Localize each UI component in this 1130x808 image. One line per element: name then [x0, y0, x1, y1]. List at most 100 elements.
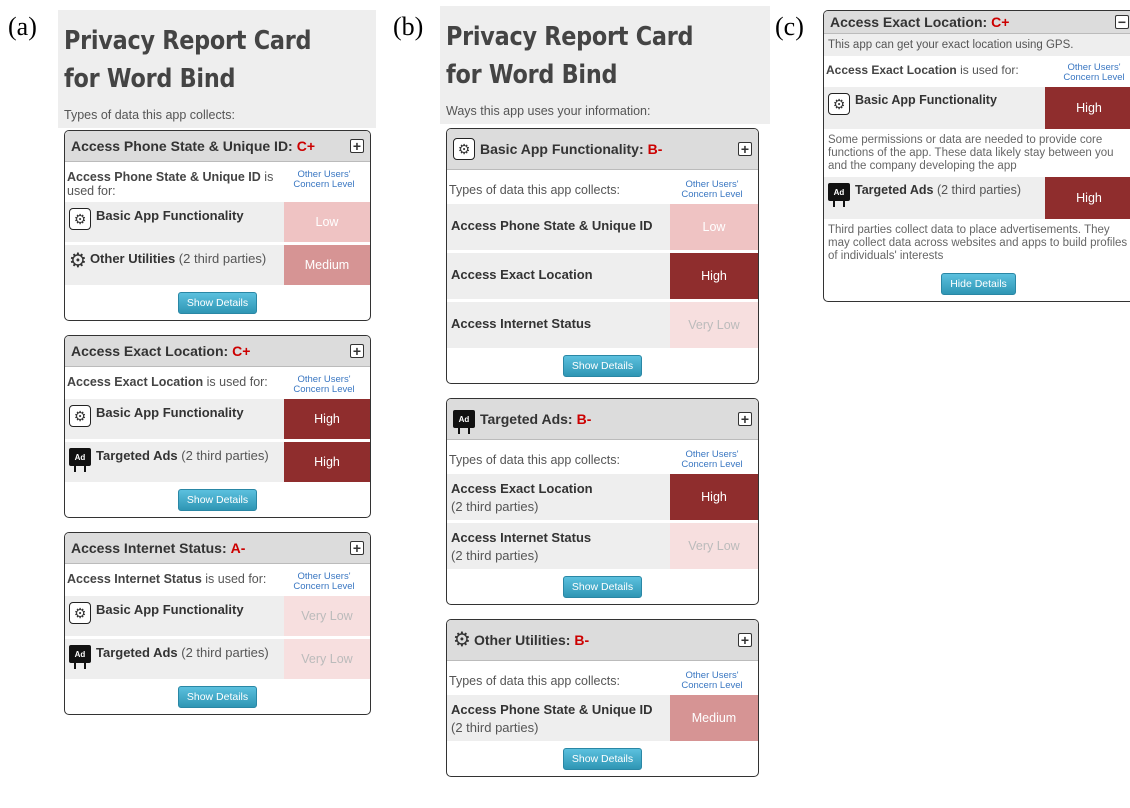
concern-level-link[interactable]: Other Users' Concern Level — [284, 572, 364, 592]
concern-level: Very Low — [284, 596, 370, 636]
gear-icon: ⚙ — [69, 405, 91, 427]
card-header[interactable]: Access Internet Status: A- + — [65, 533, 370, 564]
usage-description: Third parties collect data to place adve… — [828, 224, 1128, 262]
ad-icon: Ad — [453, 410, 475, 434]
concern-level: High — [284, 399, 370, 439]
card-list: Access Phone State & Unique ID: C+ + Acc… — [64, 130, 371, 715]
data-type-row: Access Exact Location (2 third parties) … — [447, 474, 758, 520]
show-details-button[interactable]: Show Details — [562, 576, 643, 598]
expand-icon[interactable]: + — [350, 344, 364, 358]
expand-icon[interactable]: + — [350, 541, 364, 555]
card-grade: C+ — [991, 14, 1010, 30]
concern-level: Medium — [670, 695, 758, 741]
collapse-icon[interactable]: − — [1115, 15, 1129, 29]
expand-icon[interactable]: + — [738, 633, 752, 647]
show-details-button[interactable]: Show Details — [177, 686, 258, 708]
concern-level-link[interactable]: Other Users' Concern Level — [672, 450, 752, 470]
card-title: Access Internet Status: — [71, 540, 227, 556]
data-type-row: Access Internet Status (2 third parties)… — [447, 523, 758, 569]
concern-level: High — [284, 442, 370, 482]
concern-level: High — [670, 474, 758, 520]
report-title: Privacy Report Card for Word Bind — [446, 22, 694, 90]
card-header[interactable]: Ad Targeted Ads: B- + — [447, 399, 758, 440]
card-title: Access Exact Location: — [71, 343, 229, 359]
expand-icon[interactable]: + — [350, 139, 364, 153]
usage-card: ⚙ Basic App Functionality: B- + Types of… — [446, 128, 759, 384]
card-list: ⚙ Basic App Functionality: B- + Types of… — [446, 128, 759, 777]
concern-level: Medium — [284, 245, 370, 285]
usage-item: Ad Targeted Ads (2 third parties) High T… — [824, 177, 1130, 267]
card-title: Other Utilities: — [473, 632, 571, 648]
report-header: Privacy Report Card for Word Bind Ways t… — [440, 6, 770, 124]
report-title: Privacy Report Card for Word Bind — [64, 26, 312, 94]
card-title: Access Exact Location: — [830, 14, 988, 30]
permission-card: Access Internet Status: A- + Access Inte… — [64, 532, 371, 715]
concern-level: Very Low — [670, 302, 758, 348]
used-for-row: Access Phone State & Unique ID is used f… — [65, 162, 370, 202]
permission-intro: This app can get your exact location usi… — [824, 34, 1130, 56]
figure-label-b: (b) — [393, 12, 424, 41]
hide-details-button[interactable]: Hide Details — [941, 273, 1016, 295]
card-header[interactable]: Access Exact Location: C+ − — [824, 11, 1130, 34]
card-title: Access Phone State & Unique ID: — [71, 138, 293, 154]
ad-icon: Ad — [69, 448, 91, 472]
data-type-row: Access Phone State & Unique ID Low — [447, 204, 758, 250]
figure-label-a: (a) — [8, 12, 37, 41]
usage-item: ⚙ Basic App Functionality High Some perm… — [824, 87, 1130, 177]
expand-icon[interactable]: + — [738, 142, 752, 156]
usage-row: ⚙ Other Utilities (2 third parties) Medi… — [65, 245, 370, 285]
concern-level-link[interactable]: Other Users' Concern Level — [284, 170, 364, 190]
concern-level: High — [670, 253, 758, 299]
usage-row: Ad Targeted Ads (2 third parties) High — [824, 177, 1130, 219]
types-label-row: Types of data this app collects: Other U… — [447, 661, 758, 695]
gear-icon: ⚙ — [453, 138, 475, 160]
gear-icon: ⚙ — [69, 208, 91, 230]
report-subtitle: Ways this app uses your information: — [446, 104, 651, 118]
usage-row: Ad Targeted Ads (2 third parties) High — [65, 442, 370, 482]
concern-level: High — [1045, 177, 1130, 219]
card-grade: A- — [230, 540, 246, 556]
usage-list: ⚙ Basic App Functionality High Some perm… — [824, 87, 1130, 267]
gear-icon: ⚙ — [828, 93, 850, 115]
show-details-button[interactable]: Show Details — [562, 355, 643, 377]
used-for-row: Access Exact Location is used for: Other… — [824, 56, 1130, 87]
concern-level-link[interactable]: Other Users' Concern Level — [1057, 63, 1130, 83]
types-label-row: Types of data this app collects: Other U… — [447, 170, 758, 204]
show-details-button[interactable]: Show Details — [562, 748, 643, 770]
concern-level: High — [1045, 87, 1130, 129]
permission-card: Access Phone State & Unique ID: C+ + Acc… — [64, 130, 371, 321]
card-grade: C+ — [232, 343, 251, 359]
concern-level: Low — [670, 204, 758, 250]
show-details-button[interactable]: Show Details — [177, 292, 258, 314]
expand-icon[interactable]: + — [738, 412, 752, 426]
card-grade: B- — [574, 632, 590, 648]
usage-card: ⚙ Other Utilities: B- + Types of data th… — [446, 619, 759, 777]
concern-level-link[interactable]: Other Users' Concern Level — [672, 671, 752, 691]
ad-icon: Ad — [828, 183, 850, 207]
card-header[interactable]: Access Phone State & Unique ID: C+ + — [65, 131, 370, 162]
permission-card-expanded: Access Exact Location: C+ − This app can… — [823, 10, 1130, 302]
usage-row: ⚙ Basic App Functionality Very Low — [65, 596, 370, 636]
data-type-row: Access Phone State & Unique ID (2 third … — [447, 695, 758, 741]
concern-level-link[interactable]: Other Users' Concern Level — [284, 375, 364, 395]
card-header[interactable]: ⚙ Basic App Functionality: B- + — [447, 129, 758, 170]
used-for-row: Access Exact Location is used for: Other… — [65, 367, 370, 399]
gears-icon: ⚙ — [69, 250, 87, 272]
data-type-row: Access Internet Status Very Low — [447, 302, 758, 348]
usage-description: Some permissions or data are needed to p… — [828, 134, 1114, 172]
figure-label-c: (c) — [775, 12, 804, 41]
card-grade: B- — [576, 411, 592, 427]
data-type-row: Access Exact Location High — [447, 253, 758, 299]
usage-row: ⚙ Basic App Functionality High — [65, 399, 370, 439]
usage-row: ⚙ Basic App Functionality High — [824, 87, 1130, 129]
concern-level-link[interactable]: Other Users' Concern Level — [672, 180, 752, 200]
card-title: Targeted Ads: — [480, 411, 573, 427]
card-title: Basic App Functionality: — [480, 141, 644, 157]
card-header[interactable]: Access Exact Location: C+ + — [65, 336, 370, 367]
gears-icon: ⚙ — [453, 629, 471, 651]
card-header[interactable]: ⚙ Other Utilities: B- + — [447, 620, 758, 661]
show-details-button[interactable]: Show Details — [177, 489, 258, 511]
concern-level: Very Low — [670, 523, 758, 569]
card-grade: B- — [647, 141, 663, 157]
usage-card: Ad Targeted Ads: B- + Types of data this… — [446, 398, 759, 605]
